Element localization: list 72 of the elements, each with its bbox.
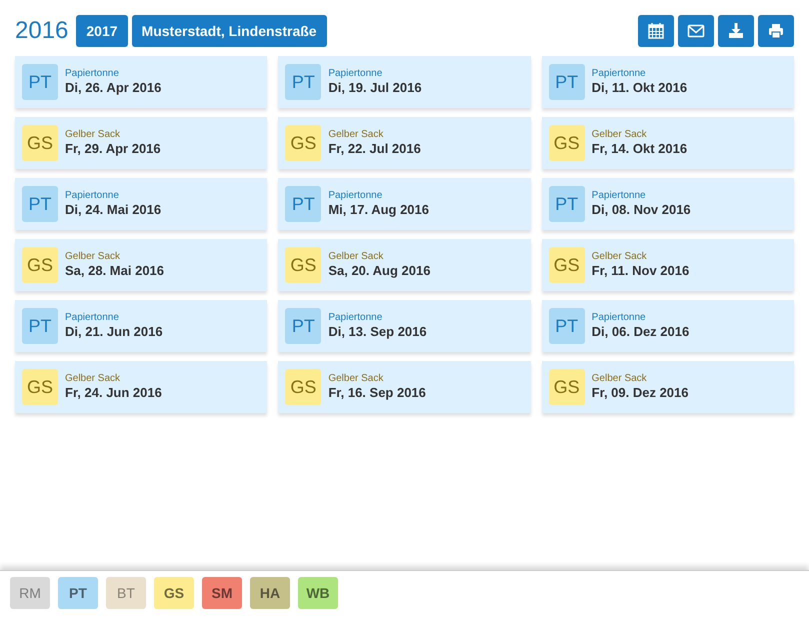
waste-type-badge: GS — [548, 247, 585, 283]
waste-type-label: Gelber Sack — [328, 128, 384, 141]
print-icon — [767, 22, 785, 40]
waste-type-label: Gelber Sack — [592, 250, 648, 263]
waste-type-badge: PT — [22, 186, 58, 222]
waste-type-badge: PT — [22, 64, 58, 100]
pickup-date: Di, 06. Dez 2016 — [592, 324, 690, 340]
waste-type-label: Papiertonne — [328, 68, 384, 80]
pickup-date: Fr, 11. Nov 2016 — [592, 262, 690, 280]
waste-type-badge: PT — [548, 308, 585, 344]
calendar-icon — [647, 22, 665, 40]
waste-type-badge: GS — [548, 125, 585, 161]
filter-toggle[interactable]: GS — [154, 577, 194, 609]
pickup-date: Di, 19. Jul 2016 — [328, 80, 422, 96]
waste-type-label: Papiertonne — [328, 312, 384, 324]
year-heading: 2016 — [15, 19, 68, 43]
calendar-button[interactable] — [638, 15, 674, 47]
mail-button[interactable] — [678, 15, 714, 47]
pickup-date: Fr, 16. Sep 2016 — [328, 384, 426, 402]
filter-toggle[interactable]: SM — [202, 577, 242, 609]
filter-toggle[interactable]: BT — [106, 577, 146, 609]
waste-type-badge: PT — [285, 308, 322, 344]
waste-type-label: Gelber Sack — [65, 128, 122, 141]
pickup-date: Fr, 29. Apr 2016 — [65, 140, 161, 158]
filter-toggle[interactable]: HA — [250, 577, 290, 609]
waste-type-badge: PT — [285, 64, 322, 100]
waste-type-label: Gelber Sack — [65, 372, 122, 385]
pickup-date: Fr, 24. Jun 2016 — [65, 384, 162, 402]
pickup-date: Di, 24. Mai 2016 — [65, 202, 162, 218]
waste-type-label: Papiertonne — [65, 312, 120, 324]
waste-type-label: Papiertonne — [65, 68, 120, 80]
waste-type-label: Papiertonne — [592, 312, 647, 324]
pickup-date: Fr, 14. Okt 2016 — [592, 140, 688, 158]
waste-type-badge: GS — [22, 247, 58, 283]
print-button[interactable] — [758, 15, 794, 47]
waste-type-badge: GS — [22, 369, 58, 405]
pickup-date: Di, 11. Okt 2016 — [592, 80, 688, 96]
pickup-date: Fr, 09. Dez 2016 — [592, 384, 688, 402]
waste-type-badge: GS — [22, 125, 58, 161]
mail-icon — [687, 22, 705, 40]
waste-type-badge: GS — [285, 125, 322, 161]
filter-toggle[interactable]: RM — [10, 577, 50, 609]
next-year-button[interactable]: 2017 — [76, 15, 128, 47]
pickup-date: Di, 26. Apr 2016 — [65, 80, 162, 96]
location-button[interactable]: Musterstadt, Lindenstraße — [132, 15, 327, 47]
download-button[interactable] — [718, 15, 754, 47]
waste-type-badge: PT — [285, 186, 322, 222]
pickup-date: Sa, 28. Mai 2016 — [65, 262, 164, 280]
pickup-date: Mi, 17. Aug 2016 — [328, 202, 429, 218]
waste-type-badge: GS — [548, 369, 585, 405]
waste-type-label: Gelber Sack — [328, 250, 384, 263]
waste-type-label: Papiertonne — [592, 68, 647, 80]
pickup-date: Di, 13. Sep 2016 — [328, 324, 427, 340]
pickup-date: Di, 08. Nov 2016 — [592, 202, 691, 218]
waste-type-label: Gelber Sack — [592, 128, 648, 141]
waste-type-label: Papiertonne — [328, 190, 384, 202]
filter-toggle[interactable]: PT — [58, 577, 98, 609]
waste-type-label: Gelber Sack — [65, 250, 122, 263]
waste-type-label: Gelber Sack — [592, 372, 648, 385]
waste-type-badge: PT — [548, 186, 585, 222]
filter-toggle[interactable]: WB — [298, 577, 338, 609]
waste-type-badge: GS — [285, 247, 322, 283]
waste-type-label: Papiertonne — [65, 190, 120, 202]
pickup-date: Fr, 22. Jul 2016 — [328, 140, 421, 158]
waste-type-badge: PT — [548, 64, 585, 100]
download-icon — [727, 22, 745, 40]
waste-type-label: Papiertonne — [592, 190, 647, 202]
waste-type-badge: GS — [285, 369, 322, 405]
waste-type-badge: PT — [22, 308, 58, 344]
pickup-date: Di, 21. Jun 2016 — [65, 324, 163, 340]
pickup-date: Sa, 20. Aug 2016 — [328, 262, 430, 280]
waste-type-label: Gelber Sack — [328, 372, 384, 385]
